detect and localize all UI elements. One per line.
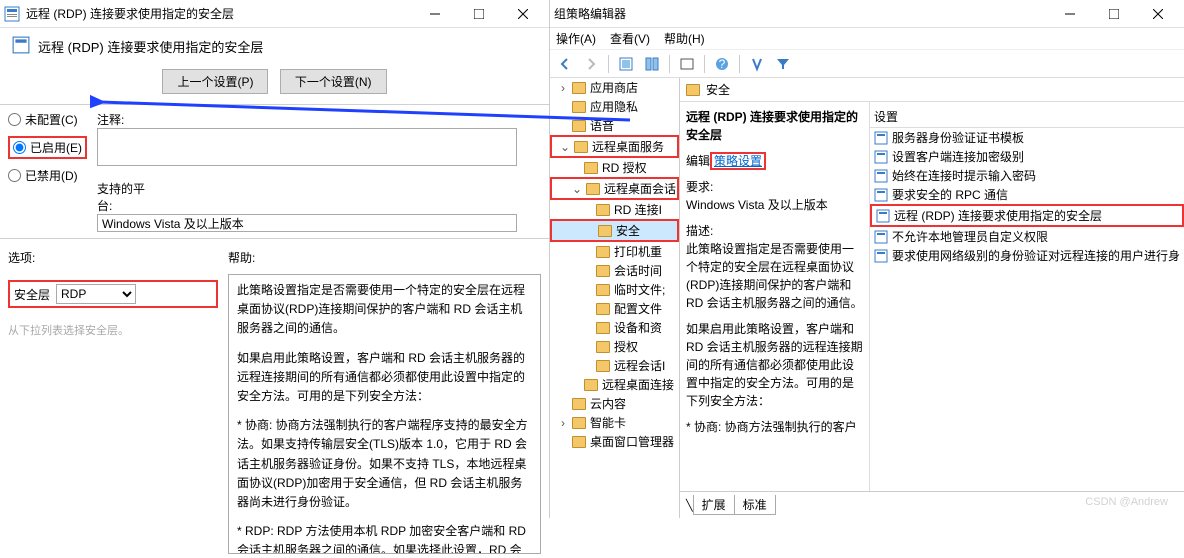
maximize-button[interactable] — [1092, 0, 1136, 28]
tree-item[interactable]: 远程桌面连接 — [550, 375, 679, 394]
tree-item[interactable]: 云内容 — [550, 394, 679, 413]
comment-label: 注释: — [97, 111, 157, 128]
options-label: 选项: — [8, 249, 228, 266]
help-label: 帮助: — [228, 249, 255, 266]
next-setting-button[interactable]: 下一个设置(N) — [280, 69, 387, 94]
help-text-area[interactable]: 此策略设置指定是否需要使用一个特定的安全层在远程桌面协议(RDP)连接期间保护的… — [228, 274, 541, 554]
list-item[interactable]: 要求使用网络级别的身份验证对远程连接的用户进行身 — [870, 246, 1184, 265]
list-item[interactable]: 不允许本地管理员自定义权限 — [870, 227, 1184, 246]
comment-field[interactable] — [97, 128, 517, 166]
list-item[interactable]: 服务器身份验证证书模板 — [870, 128, 1184, 147]
tree-item[interactable]: 设备和资 — [550, 318, 679, 337]
list-item[interactable]: 始终在连接时提示输入密码 — [870, 166, 1184, 185]
minimize-button[interactable] — [1048, 0, 1092, 28]
column-header[interactable]: 设置 — [870, 106, 1184, 128]
gpedit-window: 组策略编辑器 操作(A) 查看(V) 帮助(H) ? — [550, 0, 1184, 518]
tree-item[interactable]: 会话时间 — [550, 261, 679, 280]
menu-action[interactable]: 操作(A) — [556, 30, 596, 47]
description-panel: 远程 (RDP) 连接要求使用指定的安全层 编辑策略设置 要求: Windows… — [680, 102, 870, 491]
tree-item-session[interactable]: ⌄远程桌面会话 — [550, 177, 679, 200]
list-item[interactable]: 要求安全的 RPC 通信 — [870, 185, 1184, 204]
list-item[interactable]: 设置客户端连接加密级别 — [870, 147, 1184, 166]
tree-item[interactable]: 桌面窗口管理器 — [550, 432, 679, 451]
close-button[interactable] — [1136, 0, 1180, 28]
tree-item[interactable]: 远程会话I — [550, 356, 679, 375]
radio-enabled[interactable]: 已启用(E) — [8, 136, 87, 159]
tree-item[interactable]: ›应用商店 — [550, 78, 679, 97]
tree-item[interactable]: RD 授权 — [550, 158, 679, 177]
platform-value: Windows Vista 及以上版本 — [97, 214, 517, 232]
security-layer-select[interactable]: RDP — [56, 284, 136, 304]
edit-policy-link[interactable]: 策略设置 — [710, 152, 766, 170]
tree-item[interactable]: RD 连接I — [550, 200, 679, 219]
dialog-title: 远程 (RDP) 连接要求使用指定的安全层 — [26, 5, 413, 22]
toolbar: ? — [550, 50, 1184, 78]
security-layer-label: 安全层 — [14, 286, 50, 303]
menu-help[interactable]: 帮助(H) — [664, 30, 705, 47]
tree-item[interactable]: 语音 — [550, 116, 679, 135]
policy-icon — [12, 36, 30, 57]
tree-item[interactable]: 应用隐私 — [550, 97, 679, 116]
tab-standard[interactable]: 标准 — [734, 495, 776, 515]
prev-setting-button[interactable]: 上一个设置(P) — [162, 69, 268, 94]
radio-not-configured[interactable]: 未配置(C) — [8, 111, 87, 128]
forward-button[interactable] — [580, 53, 602, 75]
gpedit-title: 组策略编辑器 — [554, 5, 1048, 22]
tree-item[interactable]: ›智能卡 — [550, 413, 679, 432]
tree-item[interactable]: 临时文件; — [550, 280, 679, 299]
tree-item-rds[interactable]: ⌄远程桌面服务 — [550, 135, 679, 158]
policy-name: 远程 (RDP) 连接要求使用指定的安全层 — [38, 37, 263, 56]
tab-extended[interactable]: 扩展 — [693, 495, 735, 515]
toolbar-icon[interactable] — [615, 53, 637, 75]
list-item-selected[interactable]: 远程 (RDP) 连接要求使用指定的安全层 — [870, 204, 1184, 227]
back-button[interactable] — [554, 53, 576, 75]
tree-item[interactable]: 配置文件 — [550, 299, 679, 318]
toolbar-icon[interactable] — [641, 53, 663, 75]
policy-dialog: 远程 (RDP) 连接要求使用指定的安全层 远程 (RDP) 连接要求使用指定的… — [0, 0, 550, 518]
help-button[interactable]: ? — [711, 53, 733, 75]
platform-label: 支持的平台: — [97, 180, 157, 214]
menubar: 操作(A) 查看(V) 帮助(H) — [550, 28, 1184, 50]
panel-header: 安全 — [680, 78, 1184, 102]
watermark: CSDN @Andrew — [1085, 496, 1168, 508]
dialog-titlebar: 远程 (RDP) 连接要求使用指定的安全层 — [0, 0, 549, 28]
toolbar-icon[interactable] — [746, 53, 768, 75]
minimize-button[interactable] — [413, 0, 457, 28]
tree-item[interactable]: 打印机重 — [550, 242, 679, 261]
tree-item-security[interactable]: 安全 — [550, 219, 679, 242]
menu-view[interactable]: 查看(V) — [610, 30, 650, 47]
nav-tree[interactable]: ›应用商店 应用隐私 语音 ⌄远程桌面服务 RD 授权 ⌄远程桌面会话 RD 连… — [550, 78, 680, 518]
maximize-button[interactable] — [457, 0, 501, 28]
radio-disabled[interactable]: 已禁用(D) — [8, 167, 87, 184]
policy-title: 远程 (RDP) 连接要求使用指定的安全层 — [686, 108, 863, 144]
toolbar-icon[interactable] — [676, 53, 698, 75]
svg-text:?: ? — [719, 57, 726, 71]
tree-item[interactable]: 授权 — [550, 337, 679, 356]
filter-button[interactable] — [772, 53, 794, 75]
dialog-icon — [4, 6, 20, 22]
security-layer-hint: 从下拉列表选择安全层。 — [8, 322, 218, 338]
close-button[interactable] — [501, 0, 545, 28]
policy-list: 设置 服务器身份验证证书模板 设置客户端连接加密级别 始终在连接时提示输入密码 … — [870, 102, 1184, 491]
gpedit-titlebar: 组策略编辑器 — [550, 0, 1184, 28]
